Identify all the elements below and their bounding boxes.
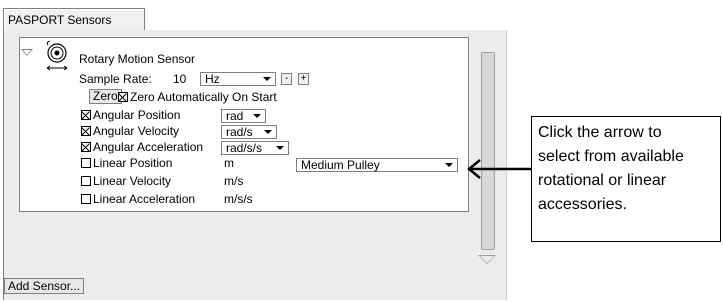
chevron-down-icon [264, 130, 272, 134]
unit-linear-velocity: m/s [224, 174, 244, 188]
unit-value: rad/s [226, 125, 253, 139]
callout-line-2: select from available [538, 148, 684, 165]
zero-auto-checkbox[interactable] [118, 92, 128, 102]
measurement-checkbox-angular-velocity[interactable] [81, 126, 91, 136]
unit-select-angular-acceleration[interactable]: rad/s/s [221, 141, 289, 155]
measurement-checkbox-angular-position[interactable] [81, 110, 91, 120]
zero-button[interactable]: Zero [89, 89, 122, 104]
decrease-rate-button[interactable]: - [281, 73, 292, 85]
measurement-label-linear-position: Linear Position [93, 156, 173, 170]
sample-rate-value: 10 [173, 72, 187, 86]
unit-linear-acceleration: m/s/s [224, 192, 253, 206]
callout-box: Click the arrow to select from available… [531, 116, 721, 242]
zero-auto-label: Zero Automatically On Start [130, 90, 277, 104]
measurement-label-angular-position: Angular Position [93, 108, 181, 122]
scroll-down-icon[interactable] [478, 255, 496, 264]
unit-select-angular-velocity[interactable]: rad/s [221, 125, 277, 139]
collapse-toggle-icon[interactable] [21, 49, 33, 56]
unit-value: rad [226, 109, 244, 123]
chevron-down-icon [263, 77, 271, 81]
measurement-checkbox-linear-acceleration[interactable] [81, 194, 91, 204]
measurement-label-linear-acceleration: Linear Acceleration [93, 192, 196, 206]
callout-line-3: rotational or linear [538, 172, 667, 189]
increase-rate-button[interactable]: + [298, 73, 309, 85]
measurement-checkbox-linear-position[interactable] [81, 158, 91, 168]
callout-line-4: accessories. [538, 196, 627, 213]
add-sensor-button[interactable]: Add Sensor... [4, 278, 85, 294]
measurement-checkbox-linear-velocity[interactable] [81, 176, 91, 186]
measurement-label-angular-acceleration: Angular Acceleration [93, 140, 204, 154]
sample-rate-unit-select[interactable]: Hz [200, 72, 276, 86]
vertical-scrollbar[interactable] [481, 52, 495, 250]
measurement-label-linear-velocity: Linear Velocity [93, 174, 172, 188]
measurement-checkbox-angular-acceleration[interactable] [81, 142, 91, 152]
chevron-down-icon [276, 146, 284, 150]
unit-value: rad/s/s [226, 141, 263, 155]
rotary-sensor-icon [46, 40, 68, 71]
callout-line-1: Click the arrow to [538, 124, 662, 141]
chevron-down-icon [253, 114, 261, 118]
sensor-name: Rotary Motion Sensor [79, 52, 196, 66]
accessory-value: Medium Pulley [301, 158, 380, 172]
accessory-select[interactable]: Medium Pulley [296, 158, 458, 172]
unit-select-angular-position[interactable]: rad [221, 109, 266, 123]
tab-pasport-sensors[interactable]: PASPORT Sensors [3, 8, 145, 30]
sample-rate-label: Sample Rate: [79, 72, 152, 86]
callout-arrow-icon [467, 159, 532, 179]
measurement-label-angular-velocity: Angular Velocity [93, 124, 180, 138]
chevron-down-icon [445, 163, 453, 167]
sample-rate-unit-value: Hz [205, 72, 220, 86]
unit-linear-position: m [224, 156, 234, 170]
